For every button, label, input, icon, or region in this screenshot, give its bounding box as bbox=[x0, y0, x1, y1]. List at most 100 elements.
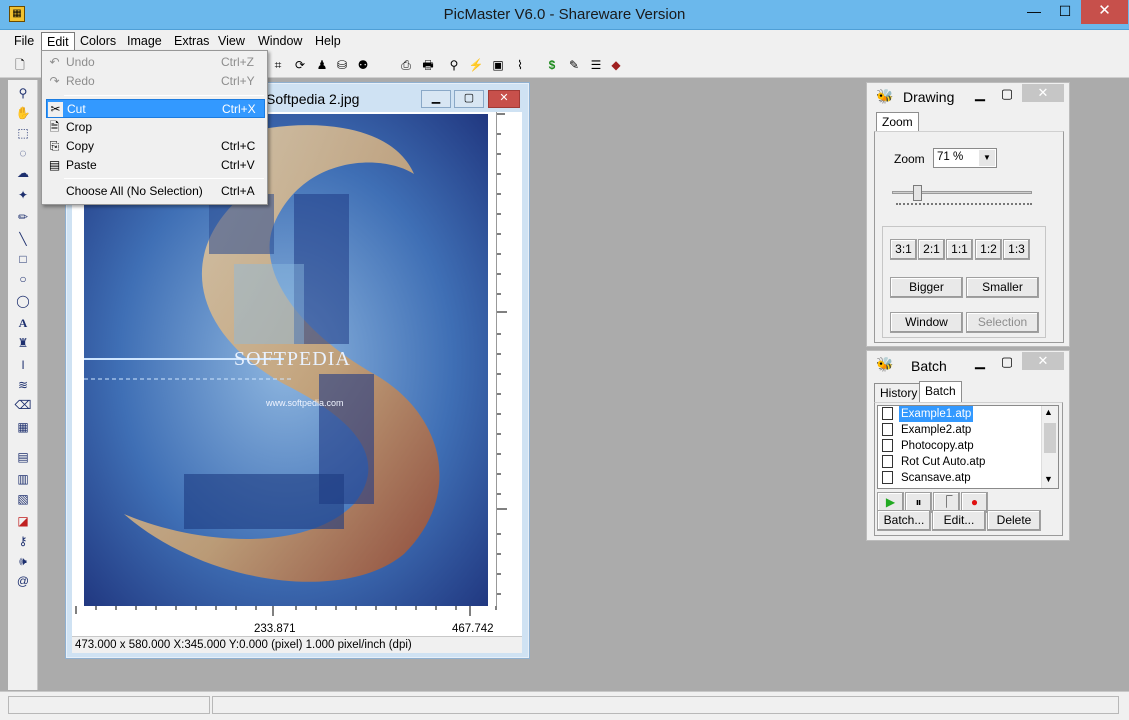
menu-item-redo[interactable]: ↷ Redo Ctrl+Y bbox=[46, 72, 265, 91]
at-icon[interactable]: @ bbox=[14, 572, 32, 590]
list-icon[interactable]: ☰ bbox=[588, 57, 604, 73]
rectangle-icon[interactable]: □ bbox=[14, 250, 32, 268]
image-minimize-button[interactable]: ▁ bbox=[421, 90, 451, 108]
airbrush-icon[interactable]: ≋ bbox=[14, 376, 32, 394]
menu-item-undo[interactable]: ↶ Undo Ctrl+Z bbox=[46, 53, 265, 72]
close-button[interactable]: ✕ bbox=[1081, 0, 1128, 24]
image-close-button[interactable]: ✕ bbox=[488, 90, 520, 108]
new-file-icon[interactable]: 🗋 bbox=[12, 57, 28, 73]
paperclip-icon[interactable]: ⌇ bbox=[512, 57, 528, 73]
tab-batch[interactable]: Batch bbox=[919, 381, 962, 403]
watermark-text: SOFTPEDIA bbox=[234, 348, 351, 370]
smaller-button[interactable]: Smaller bbox=[966, 277, 1039, 298]
ratio-1-2-button[interactable]: 1:2 bbox=[975, 239, 1002, 260]
batch-maximize-button[interactable]: ▢ bbox=[994, 354, 1020, 372]
zoom-slider-thumb[interactable] bbox=[913, 185, 922, 201]
rect-select-icon[interactable]: ⬚ bbox=[14, 124, 32, 142]
book-icon[interactable]: ◆ bbox=[608, 57, 624, 73]
batch-button[interactable]: Batch... bbox=[877, 510, 931, 531]
magnifier-tool-icon[interactable]: ⚲ bbox=[14, 84, 32, 102]
menu-window[interactable]: Window bbox=[253, 32, 307, 51]
ratio-1-1-button[interactable]: 1:1 bbox=[946, 239, 973, 260]
menu-item-paste[interactable]: ▤ Paste Ctrl+V bbox=[46, 156, 265, 175]
menu-item-choose-all[interactable]: Choose All (No Selection) Ctrl+A bbox=[46, 182, 265, 201]
layers-icon[interactable]: ▣ bbox=[490, 57, 506, 73]
menu-item-copy[interactable]: ⎘ Copy Ctrl+C bbox=[46, 137, 265, 156]
magic-wand-icon[interactable]: ✦ bbox=[14, 186, 32, 204]
drawing-minimize-button[interactable]: ▁ bbox=[967, 86, 993, 104]
bigger-button[interactable]: Bigger bbox=[890, 277, 963, 298]
selection-button[interactable]: Selection bbox=[966, 312, 1039, 333]
pencil-icon[interactable]: ✏ bbox=[14, 208, 32, 226]
crop-tool-icon[interactable]: ⌗ bbox=[270, 57, 286, 73]
delete-button[interactable]: Delete bbox=[987, 510, 1041, 531]
scroll-down-icon[interactable]: ▼ bbox=[1044, 474, 1053, 484]
menu-help[interactable]: Help bbox=[310, 32, 346, 51]
bucket-icon[interactable]: ♜ bbox=[14, 334, 32, 352]
circle-icon[interactable]: ○ bbox=[14, 270, 32, 288]
list-item[interactable]: Example2.atp bbox=[880, 422, 1040, 438]
menu-colors[interactable]: Colors bbox=[75, 32, 121, 51]
tab-zoom[interactable]: Zoom bbox=[876, 112, 919, 132]
ratio-2-1-button[interactable]: 2:1 bbox=[918, 239, 945, 260]
brush-icon[interactable]: ǀ bbox=[14, 356, 32, 374]
zoom-select[interactable]: 71 % ▼ bbox=[933, 148, 997, 168]
window-button[interactable]: Window bbox=[890, 312, 963, 333]
clone-icon[interactable]: ▤ bbox=[14, 448, 32, 466]
menu-item-crop[interactable]: 🗎 Crop bbox=[46, 118, 265, 137]
ratio-1-3-button[interactable]: 1:3 bbox=[1003, 239, 1030, 260]
zoom-icon[interactable]: ⚲ bbox=[446, 57, 462, 73]
list-scrollbar[interactable]: ▲ ▼ bbox=[1041, 406, 1058, 488]
ellipse-icon[interactable]: ◯ bbox=[14, 292, 32, 310]
people-icon[interactable]: ⚉ bbox=[355, 57, 371, 73]
hand-tool-icon[interactable]: ✋ bbox=[14, 104, 32, 122]
menu-view[interactable]: View bbox=[213, 32, 250, 51]
pause-icon: ⏸ bbox=[915, 495, 922, 509]
minimize-button[interactable]: — bbox=[1019, 0, 1049, 24]
scroll-thumb[interactable] bbox=[1044, 423, 1056, 453]
batch-minimize-button[interactable]: ▁ bbox=[967, 354, 993, 372]
ratio-3-1-button[interactable]: 3:1 bbox=[890, 239, 917, 260]
speaker-icon[interactable]: 🕪 bbox=[14, 552, 32, 570]
tab-history[interactable]: History bbox=[874, 383, 924, 403]
list-item[interactable]: Photocopy.atp bbox=[880, 438, 1040, 454]
camera-icon[interactable]: ⛁ bbox=[334, 57, 350, 73]
list-item[interactable]: Example1.atp bbox=[880, 406, 1040, 422]
smudge-icon[interactable]: ▥ bbox=[14, 470, 32, 488]
list-item[interactable]: Rot Cut Auto.atp bbox=[880, 454, 1040, 470]
main-status-bar bbox=[0, 691, 1129, 720]
pattern-icon[interactable]: ▦ bbox=[14, 418, 32, 436]
edit-menu-dropdown: ↶ Undo Ctrl+Z ↷ Redo Ctrl+Y ✂ Cut Ctrl+X… bbox=[41, 50, 268, 205]
image-maximize-button[interactable]: ▢ bbox=[454, 90, 484, 108]
registration-icon[interactable]: ✎ bbox=[566, 57, 582, 73]
menu-item-cut[interactable]: ✂ Cut Ctrl+X bbox=[46, 99, 265, 118]
line-icon[interactable]: ╲ bbox=[14, 230, 32, 248]
menu-file[interactable]: File bbox=[9, 32, 39, 51]
title-bar[interactable]: ▦ PicMaster V6.0 - Shareware Version — ☐… bbox=[0, 0, 1129, 30]
rotate-icon[interactable]: ⟳ bbox=[292, 57, 308, 73]
print-icon[interactable]: 🖶 bbox=[420, 57, 436, 73]
drawing-close-button[interactable]: ✕ bbox=[1022, 84, 1064, 102]
lasso-icon[interactable]: ☁ bbox=[14, 164, 32, 182]
eraser-icon[interactable]: ⌫ bbox=[14, 396, 32, 414]
file-icon bbox=[882, 439, 893, 452]
ellipse-select-icon[interactable]: ◌ bbox=[14, 144, 32, 162]
menu-edit[interactable]: Edit bbox=[41, 32, 75, 51]
dollar-icon[interactable]: $ bbox=[544, 57, 560, 73]
maximize-button[interactable]: ☐ bbox=[1050, 0, 1080, 24]
eyedropper-icon[interactable]: ⚷ bbox=[14, 532, 32, 550]
batch-close-button[interactable]: ✕ bbox=[1022, 352, 1064, 370]
menu-image[interactable]: Image bbox=[122, 32, 167, 51]
shape-icon[interactable]: ▧ bbox=[14, 490, 32, 508]
scanner-icon[interactable]: ⎙ bbox=[398, 57, 414, 73]
text-tool-icon[interactable]: A bbox=[14, 314, 32, 332]
drawing-maximize-button[interactable]: ▢ bbox=[994, 86, 1020, 104]
edit-batch-button[interactable]: Edit... bbox=[932, 510, 986, 531]
batch-panel-title: Batch bbox=[911, 358, 947, 374]
lightning-icon[interactable]: ⚡ bbox=[468, 57, 484, 73]
list-item[interactable]: Scansave.atp bbox=[880, 470, 1040, 486]
stamp-icon[interactable]: ♟ bbox=[314, 57, 330, 73]
scroll-up-icon[interactable]: ▲ bbox=[1044, 407, 1053, 417]
color-swap-icon[interactable]: ◪ bbox=[14, 512, 32, 530]
menu-extras[interactable]: Extras bbox=[169, 32, 214, 51]
